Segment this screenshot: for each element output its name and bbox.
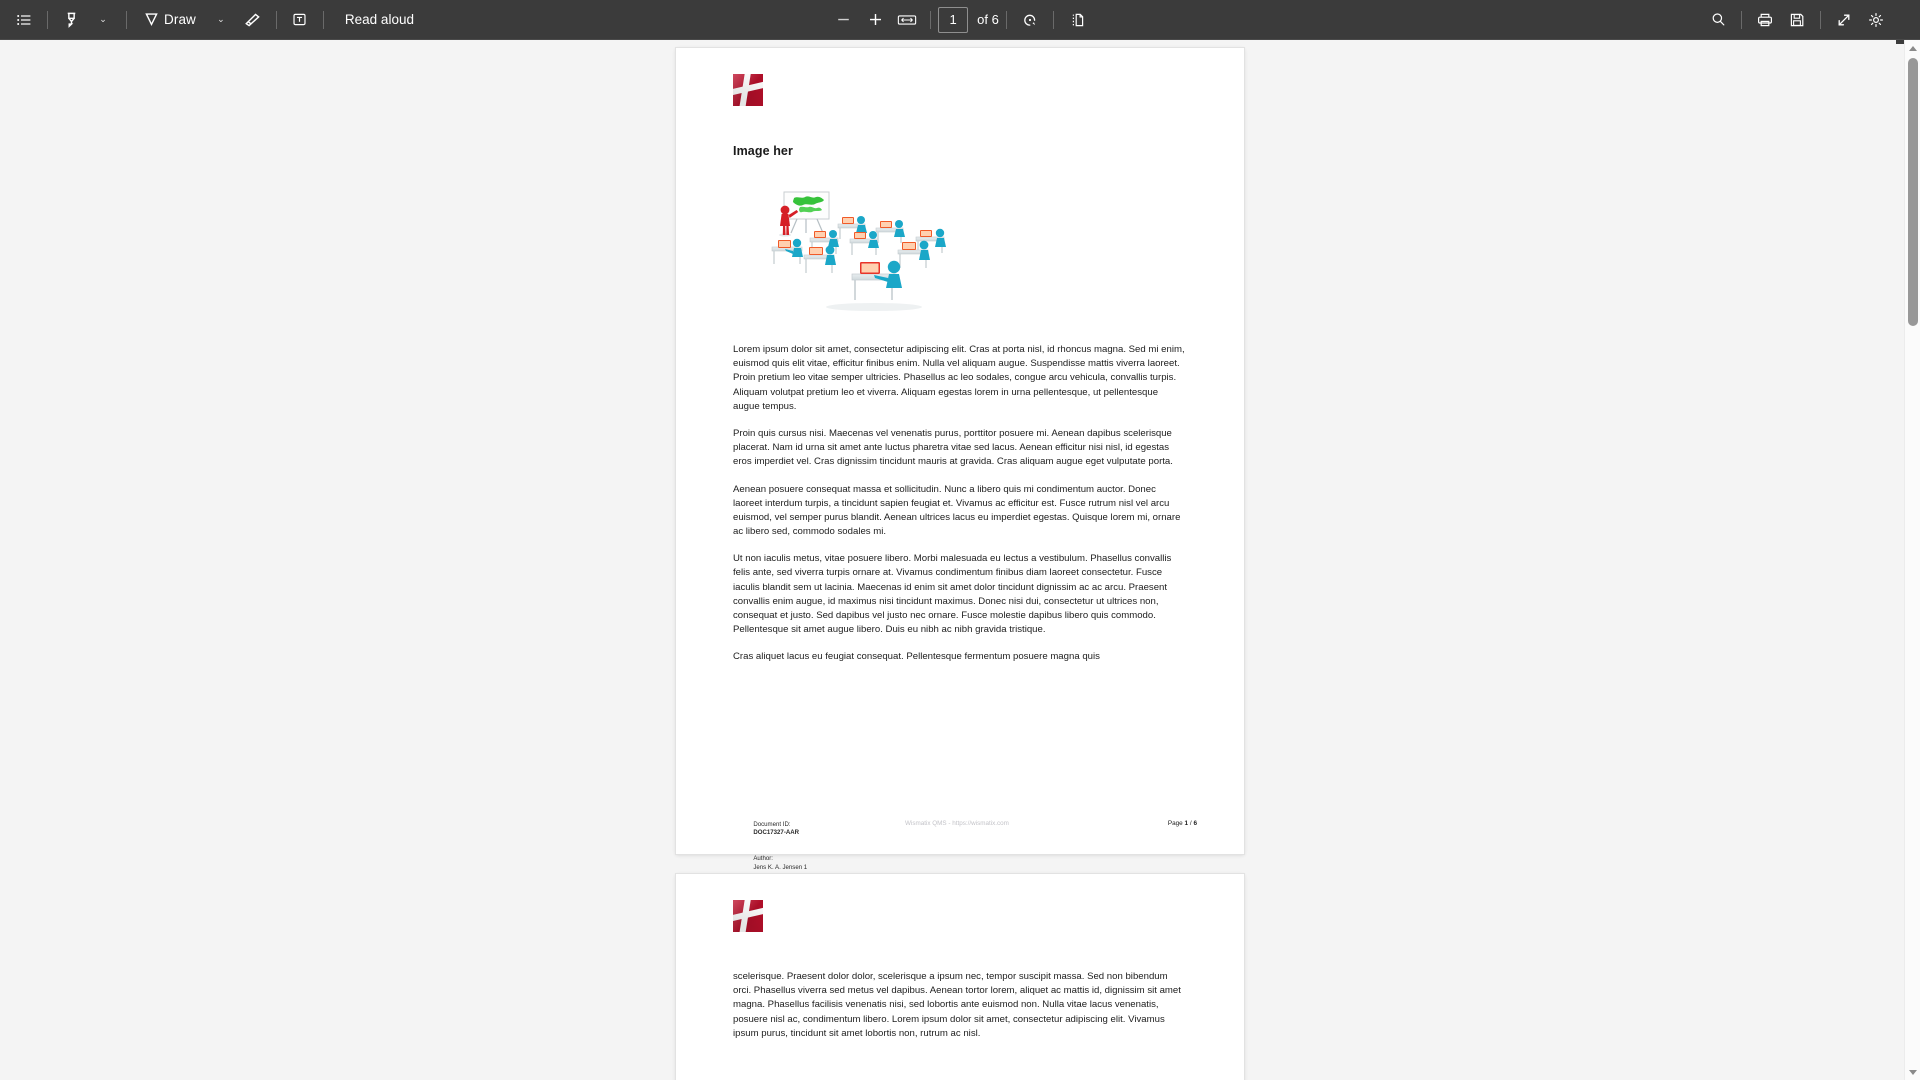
pdf-viewer-area[interactable]: Image her Lorem ipsum dolor sit amet, co… bbox=[0, 40, 1920, 1080]
toolbar-center-group: of 6 bbox=[0, 0, 1920, 40]
search-button[interactable] bbox=[1702, 5, 1734, 35]
footer-author-label: Author: bbox=[753, 855, 773, 863]
toolbar-divider-7 bbox=[1052, 10, 1054, 29]
scroll-up-arrow-icon[interactable] bbox=[1905, 40, 1920, 56]
save-button[interactable] bbox=[1781, 5, 1813, 35]
search-icon bbox=[1712, 13, 1724, 26]
pdf-toolbar: ⌄ Draw ⌄ Read aloud 1 of 6 bbox=[0, 0, 1920, 40]
page-number-input[interactable] bbox=[938, 6, 969, 33]
print-icon bbox=[1757, 13, 1773, 26]
zoom-out-button[interactable] bbox=[827, 5, 859, 35]
pdf-page-2: scelerisque. Praesent dolor dolor, scele… bbox=[676, 874, 1244, 1080]
footer-author-value: Jens K. A. Jensen 1 bbox=[753, 863, 808, 871]
fullscreen-button[interactable] bbox=[1828, 5, 1860, 35]
page-total-label: of 6 bbox=[977, 12, 999, 27]
footer-page-current: 1 bbox=[1184, 819, 1189, 827]
page-footer: Document ID: DOC17327-AAR Author: Jens K… bbox=[733, 812, 1197, 906]
footer-page-indicator: Page 1 / 6 bbox=[1168, 820, 1197, 827]
toolbar-divider-6 bbox=[1005, 10, 1007, 29]
fit-to-width-icon bbox=[897, 14, 917, 25]
classroom-training-illustration bbox=[734, 186, 980, 321]
pdf-page-1: Image her Lorem ipsum dolor sit amet, co… bbox=[676, 48, 1244, 906]
fullscreen-icon bbox=[1838, 14, 1850, 25]
footer-page-label: Page bbox=[1167, 819, 1183, 827]
page-view-icon bbox=[1072, 13, 1084, 26]
zoom-in-button[interactable] bbox=[859, 5, 891, 35]
page-stack: Image her Lorem ipsum dolor sit amet, co… bbox=[0, 48, 1920, 1080]
rotate-button[interactable] bbox=[1014, 5, 1046, 35]
paragraph: Proin quis cursus nisi. Maecenas vel ven… bbox=[733, 427, 1173, 468]
paragraph: Cras aliquet lacus eu feugiat consequat.… bbox=[733, 651, 1100, 663]
footer-document-id-label: Document ID: bbox=[753, 820, 791, 828]
document-body: scelerisque. Praesent dolor dolor, scele… bbox=[733, 970, 1187, 1041]
paragraph: Lorem ipsum dolor sit amet, consectetur … bbox=[733, 344, 1185, 412]
save-icon bbox=[1790, 13, 1804, 26]
paragraph: Ut non iaculis metus, vitae posuere libe… bbox=[733, 553, 1172, 636]
scroll-down-arrow-icon[interactable] bbox=[1905, 1064, 1920, 1080]
toolbar-divider-8 bbox=[1741, 10, 1742, 29]
toolbar-divider-9 bbox=[1820, 10, 1821, 29]
document-body: Lorem ipsum dolor sit amet, consectetur … bbox=[733, 343, 1187, 665]
vertical-scrollbar[interactable] bbox=[1904, 40, 1920, 1080]
page-title: Image her bbox=[733, 144, 793, 158]
danish-flag-logo bbox=[733, 74, 763, 106]
footer-page-separator: / bbox=[1189, 819, 1192, 827]
toolbar-divider-5 bbox=[930, 10, 932, 29]
fit-to-width-button[interactable] bbox=[891, 5, 923, 35]
rotate-icon bbox=[1024, 14, 1036, 26]
page-view-button[interactable] bbox=[1061, 5, 1093, 35]
scrollbar-thumb[interactable] bbox=[1908, 58, 1918, 326]
print-button[interactable] bbox=[1749, 5, 1781, 35]
settings-button[interactable] bbox=[1860, 5, 1892, 35]
danish-flag-logo bbox=[733, 900, 763, 932]
footer-watermark: Wismatix QMS - https://wismatix.com bbox=[905, 820, 1009, 827]
footer-page-total: 6 bbox=[1193, 819, 1197, 827]
footer-document-id-row: Document ID: DOC17327-AAR bbox=[733, 812, 807, 847]
minus-icon bbox=[837, 18, 849, 21]
toolbar-right-group bbox=[1702, 0, 1892, 40]
footer-document-id-value: DOC17327-AAR bbox=[753, 829, 800, 837]
plus-icon bbox=[869, 14, 881, 25]
gear-icon bbox=[1869, 12, 1883, 27]
paragraph: Aenean posuere consequat massa et sollic… bbox=[733, 483, 1181, 538]
paragraph: scelerisque. Praesent dolor dolor, scele… bbox=[733, 971, 1181, 1039]
